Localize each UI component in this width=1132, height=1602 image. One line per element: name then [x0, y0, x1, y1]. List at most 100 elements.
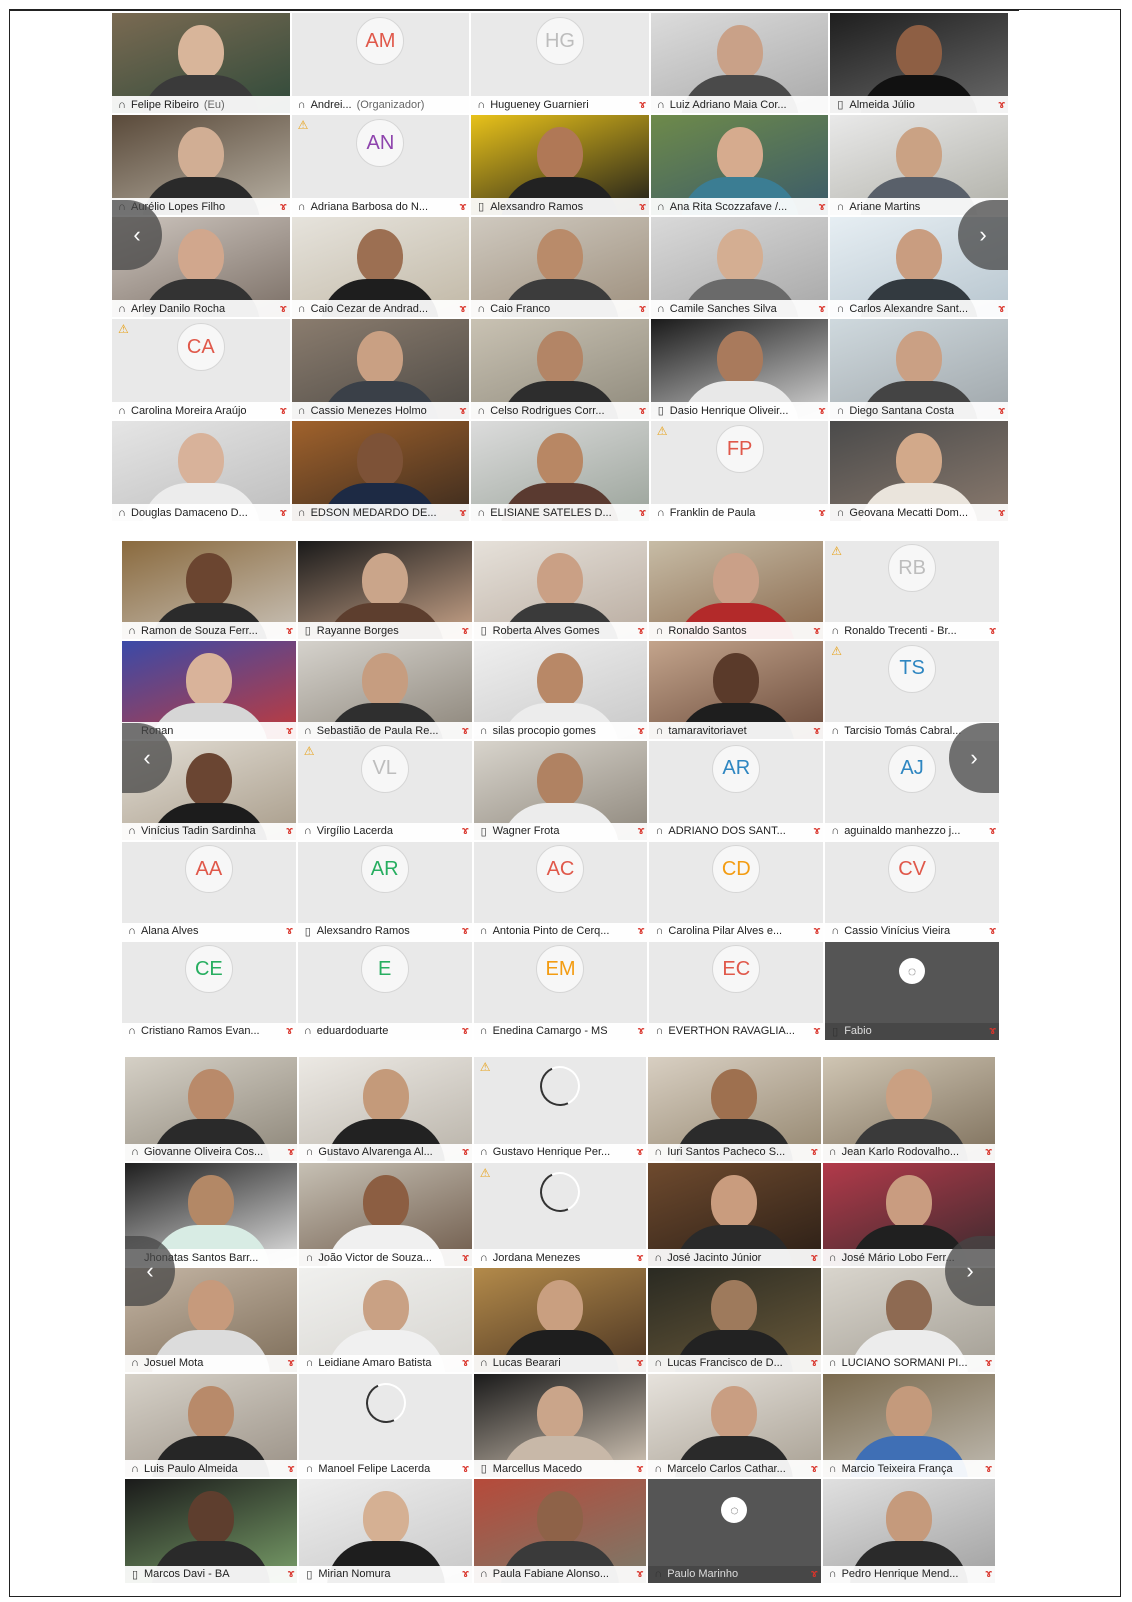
participant-name: Paula Fabiane Alonso... — [492, 1568, 609, 1581]
participant-tile[interactable]: CD ∩ Carolina Pilar Alves e... ɤ — [649, 841, 824, 940]
participant-tile[interactable]: CE ∩ Cristiano Ramos Evan... ɤ — [122, 941, 296, 1040]
participant-tile[interactable]: ∩ Ana Rita Scozzafave /... ɤ — [650, 115, 829, 215]
participant-tile[interactable]: E ∩ eduardoduarte ɤ — [297, 941, 472, 1040]
participant-tile[interactable]: ∩ Caio Cezar de Andrad... ɤ — [291, 217, 470, 317]
headphones-icon: ∩ — [297, 404, 306, 417]
headphones-icon: ∩ — [831, 724, 840, 737]
participant-tile[interactable]: ∩ Diego Santana Costa ɤ — [830, 319, 1008, 419]
participant-tile[interactable]: ▯ Wagner Frota ɤ — [473, 741, 648, 840]
participant-tile[interactable]: ∩ Ariane Martins — [830, 115, 1008, 215]
participant-tile[interactable]: AR ∩ ADRIANO DOS SANT... ɤ — [649, 741, 824, 840]
participant-caption: ▯ Marcos Davi - BA ɤ — [125, 1565, 298, 1583]
headphones-icon: ∩ — [131, 1357, 139, 1370]
participant-tile[interactable]: ∩ Manoel Felipe Lacerda ɤ — [299, 1373, 472, 1478]
microphone-muted-icon: ɤ — [461, 925, 469, 938]
phone-icon: ▯ — [304, 625, 311, 638]
participant-tile[interactable]: ∩ Ramon de Souza Ferr... ɤ — [122, 541, 296, 640]
participant-tile[interactable]: EC ∩ EVERTHON RAVAGLIA... ɤ — [649, 941, 824, 1040]
participant-caption: ∩ Luis Paulo Almeida ɤ — [125, 1460, 298, 1478]
participant-tile[interactable]: ∩ Celso Rodrigues Corr... ɤ — [471, 319, 649, 419]
participant-tile[interactable]: ▯ Marcellus Macedo ɤ — [473, 1373, 647, 1478]
participant-tile[interactable]: ∩ Lucas Francisco de D... ɤ — [648, 1268, 821, 1372]
participant-tile[interactable]: ∩ Luiz Adriano Maia Cor... — [650, 13, 829, 113]
participant-name: Franklin de Paula — [669, 506, 756, 519]
participant-tile[interactable]: ∩ Leidiane Amaro Batista ɤ — [299, 1268, 472, 1372]
participant-tile[interactable]: ∩ Camile Sanches Silva ɤ — [650, 217, 829, 317]
microphone-muted-icon: ɤ — [462, 1357, 469, 1370]
microphone-muted-icon: ɤ — [818, 506, 826, 519]
participant-tile[interactable]: ∩ Giovanne Oliveira Cos... ɤ — [125, 1057, 298, 1161]
participant-tile[interactable]: ∩ Marcio Teixeira França ɤ — [822, 1373, 995, 1478]
participant-tile[interactable]: ▯ Marcos Davi - BA ɤ — [125, 1479, 298, 1583]
participant-tile[interactable]: ▯ Almeida Júlio ɤ — [830, 13, 1008, 113]
participant-tile[interactable]: ∩ João Victor de Souza... ɤ — [299, 1162, 472, 1267]
participant-tile[interactable]: AC ∩ Antonia Pinto de Cerq... ɤ — [473, 841, 648, 940]
participant-name: Mirian Nomura — [318, 1568, 391, 1581]
participant-tile[interactable]: ∩ Douglas Damaceno D... ɤ — [112, 421, 290, 521]
participant-name: tamaravitoriavet — [668, 724, 747, 737]
video-grid-panel-2: ∩ Ramon de Souza Ferr... ɤ ▯ Rayanne Borges ɤ… — [122, 541, 999, 1040]
participant-tile[interactable]: ∩ silas procopio gomes ɤ — [473, 641, 648, 740]
participant-tile[interactable]: ∩ tamaravitoriavet ɤ — [649, 641, 824, 740]
headphones-icon: ∩ — [656, 302, 665, 315]
participant-tile[interactable]: ▯ Dasio Henrique Oliveir... ɤ — [650, 319, 829, 419]
participant-caption: ∩ ELISIANE SATELES D... ɤ — [471, 504, 649, 521]
participant-tile[interactable]: VL ⚠ ∩ Virgílio Lacerda ɤ — [297, 741, 472, 840]
participant-tile[interactable]: ∩ José Jacinto Júnior ɤ — [648, 1162, 821, 1267]
participant-tile[interactable]: FP ⚠ ∩ Franklin de Paula ɤ — [650, 421, 829, 521]
video-grid-panel-1: ∩ Felipe Ribeiro (Eu) AM ∩ Andrei... (Organiza… — [112, 13, 1008, 521]
participant-caption: ∩ Arley Danilo Rocha ɤ — [112, 300, 290, 317]
microphone-muted-icon: ɤ — [639, 506, 646, 519]
participant-caption: ▯ Fabio ɤ — [825, 1022, 999, 1040]
participant-tile[interactable]: AN ⚠ ∩ Adriana Barbosa do N... ɤ — [291, 115, 470, 215]
participant-tile[interactable]: ▯ Roberta Alves Gomes ɤ — [473, 541, 648, 640]
participant-tile[interactable]: ∩ Luis Paulo Almeida ɤ — [125, 1373, 298, 1478]
participant-tile[interactable]: ⚠ ∩ Gustavo Henrique Per... ɤ — [473, 1057, 647, 1161]
participant-tile[interactable]: ∩ Gustavo Alvarenga Al... ɤ — [299, 1057, 472, 1161]
headphones-icon: ∩ — [477, 506, 486, 519]
participant-avatar: TS — [888, 644, 937, 693]
microphone-muted-icon: ɤ — [279, 506, 287, 519]
participant-tile[interactable]: ◌ ∩ Paulo Marinho ɤ — [648, 1479, 821, 1583]
participant-tile[interactable]: ◌ ▯ Fabio ɤ — [825, 941, 999, 1040]
microphone-muted-icon: ɤ — [462, 1462, 469, 1475]
participant-name: Marcellus Macedo — [492, 1462, 583, 1475]
participant-name: EDSON MEDARDO DE... — [310, 506, 437, 519]
participant-caption: ∩ Iuri Santos Pacheco S... ɤ — [648, 1143, 821, 1161]
participant-tile[interactable]: AM ∩ Andrei... (Organizador) — [291, 13, 470, 113]
participant-tile[interactable]: ∩Aurélio Lopes Filhoɤ — [112, 115, 290, 215]
participant-caption: ∩ Gustavo Alvarenga Al... ɤ — [299, 1143, 472, 1161]
participant-tile[interactable]: ∩ ELISIANE SATELES D... ɤ — [471, 421, 649, 521]
participant-tile[interactable]: ∩ Cassio Menezes Holmo ɤ — [291, 319, 470, 419]
participant-tile[interactable]: ∩ Jean Karlo Rodovalho... ɤ — [822, 1057, 995, 1161]
microphone-muted-icon: ɤ — [637, 624, 645, 637]
participant-tile[interactable]: ∩ Pedro Henrique Mend... ɤ — [822, 1479, 995, 1583]
participant-tile[interactable]: EM ∩ Enedina Camargo - MS ɤ — [473, 941, 648, 1040]
participant-tile[interactable]: ∩ Lucas Bearari ɤ — [473, 1268, 647, 1372]
participant-tile[interactable]: ∩ Caio Franco ɤ — [471, 217, 649, 317]
microphone-muted-icon: ɤ — [813, 724, 821, 737]
participant-tile[interactable]: ∩ Iuri Santos Pacheco S... ɤ — [648, 1057, 821, 1161]
participant-tile[interactable]: ▯ Rayanne Borges ɤ — [297, 541, 472, 640]
participant-name: Diego Santana Costa — [849, 404, 954, 417]
participant-tile[interactable]: ∩ Geovana Mecatti Dom... ɤ — [830, 421, 1008, 521]
participant-tile[interactable]: ∩ Felipe Ribeiro (Eu) — [112, 13, 290, 113]
participant-tile[interactable]: ∩ Sebastião de Paula Re... ɤ — [297, 641, 472, 740]
microphone-muted-icon: ɤ — [637, 925, 645, 938]
participant-tile[interactable]: ▯ Mirian Nomura ɤ — [299, 1479, 472, 1583]
participant-tile[interactable]: AA ∩ Alana Alves ɤ — [122, 841, 296, 940]
participant-tile[interactable]: ▯ Alexsandro Ramos ɤ — [471, 115, 649, 215]
participant-tile[interactable]: ∩ Ronaldo Santos ɤ — [649, 541, 824, 640]
participant-tile[interactable]: ∩ EDSON MEDARDO DE... ɤ — [291, 421, 470, 521]
participant-avatar: AR — [712, 744, 761, 793]
participant-tile[interactable]: HG ∩ Hugueney Guarnieri ɤ — [471, 13, 649, 113]
participant-tile[interactable]: CV ∩ Cassio Vinícius Vieira ɤ — [825, 841, 999, 940]
participant-tile[interactable]: ⚠ ∩ Jordana Menezes ɤ — [473, 1162, 647, 1267]
participant-tile[interactable]: ∩ Marcelo Carlos Cathar... ɤ — [648, 1373, 821, 1478]
participant-tile[interactable]: CA ⚠ ∩ Carolina Moreira Araújo ɤ — [112, 319, 290, 419]
headphones-icon: ∩ — [477, 404, 486, 417]
participant-tile[interactable]: AR ▯ Alexsandro Ramos ɤ — [297, 841, 472, 940]
participant-tile[interactable]: ∩ Paula Fabiane Alonso... ɤ — [473, 1479, 647, 1583]
participant-caption: ▯ Dasio Henrique Oliveir... ɤ — [650, 402, 829, 419]
participant-tile[interactable]: RB ⚠ ∩ Ronaldo Trecenti - Br... ɤ — [825, 541, 999, 640]
